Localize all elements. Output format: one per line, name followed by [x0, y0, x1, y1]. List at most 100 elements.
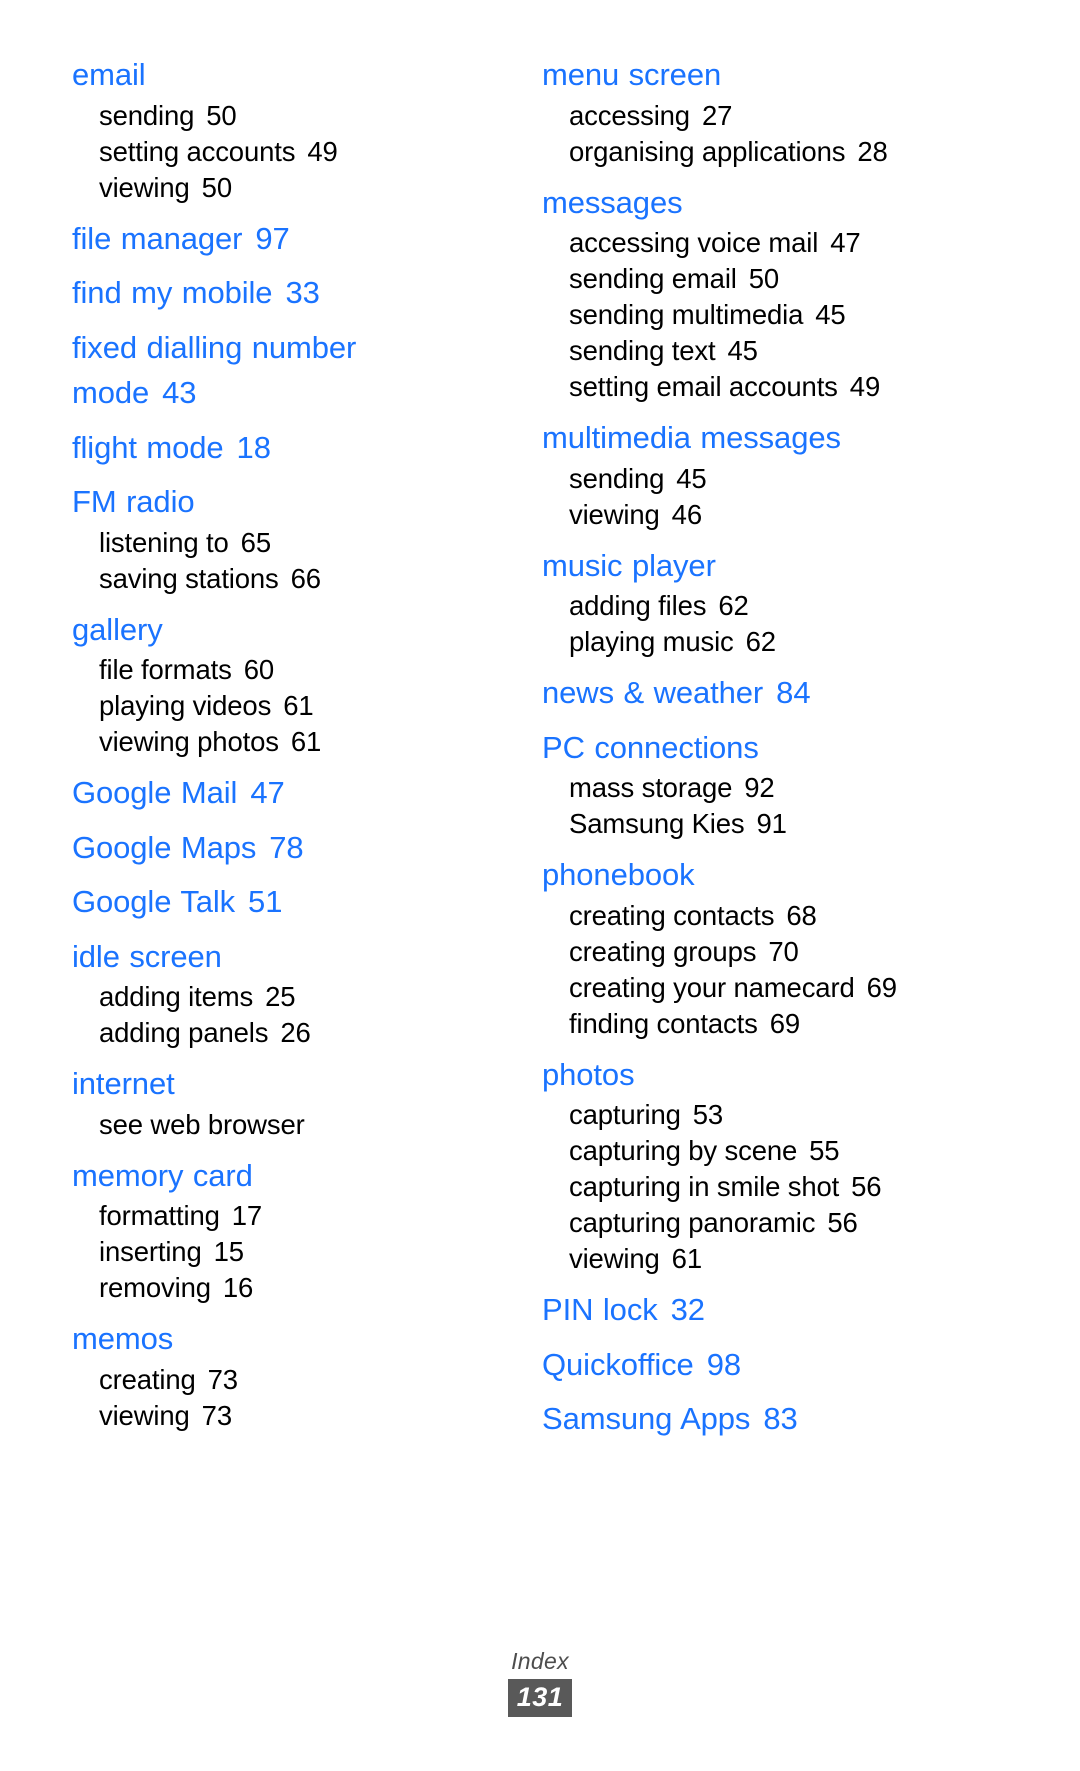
index-subentry-page-number: 73 — [207, 1363, 238, 1395]
index-entry-heading[interactable]: fixed dialling number mode 43 — [72, 325, 476, 416]
index-subentry-term: capturing in smile shot — [569, 1171, 840, 1202]
index-subentry[interactable]: viewing photos 61 — [72, 724, 476, 760]
index-subentry[interactable]: adding items 25 — [72, 979, 476, 1015]
index-subentry[interactable]: viewing 73 — [72, 1398, 476, 1434]
index-subentry[interactable]: playing music 62 — [542, 624, 946, 660]
index-subentry[interactable]: setting email accounts 49 — [542, 369, 946, 405]
index-subentry[interactable]: file formats 60 — [72, 652, 476, 688]
index-entry: FM radio listening to 65 saving stations 66 — [72, 479, 476, 597]
index-subentry-list: sending 50 setting accounts 49 viewing 50 — [72, 98, 476, 206]
index-subentry-term: setting accounts — [99, 135, 296, 167]
index-entry-term: file manager — [72, 220, 243, 256]
index-entry-heading[interactable]: internet — [72, 1061, 476, 1107]
index-subentry[interactable]: viewing 50 — [72, 170, 476, 206]
index-subentry-term: sending email — [569, 263, 737, 294]
index-subentry-term: creating groups — [569, 935, 757, 967]
index-subentry-list: creating contacts 68 creating groups 70 crea… — [542, 898, 946, 1042]
index-entry-heading[interactable]: PIN lock 32 — [542, 1287, 946, 1333]
index-subentry[interactable]: organising applications 28 — [542, 134, 946, 170]
index-entry-heading[interactable]: memos — [72, 1316, 476, 1362]
index-subentry[interactable]: creating contacts 68 — [542, 898, 946, 934]
index-subentry[interactable]: setting accounts 49 — [72, 134, 476, 170]
left-column: email sending 50 setting accounts 49 viewing 5… — [72, 52, 476, 1434]
index-subentry-page-number: 69 — [769, 1007, 800, 1039]
index-subentry[interactable]: listening to 65 — [72, 525, 476, 561]
index-entry: memory card formatting 17 inserting 15 removi… — [72, 1153, 476, 1307]
index-entry-heading[interactable]: gallery — [72, 607, 476, 653]
index-subentry-term: adding files — [569, 590, 707, 621]
index-subentry[interactable]: creating groups 70 — [542, 934, 946, 970]
index-entry-term: news & weather — [542, 675, 764, 710]
index-entry-heading[interactable]: news & weather 84 — [542, 670, 946, 716]
index-entry-term: multimedia messages — [542, 420, 841, 455]
page-footer: Index 131 — [0, 1648, 1080, 1717]
index-subentry[interactable]: adding files 62 — [542, 588, 946, 624]
index-subentry-list: adding items 25 adding panels 26 — [72, 979, 476, 1051]
index-subentry-page-number: 27 — [701, 99, 733, 131]
index-entry: menu screen accessing 27 organising applica… — [542, 52, 946, 170]
index-subentry[interactable]: playing videos 61 — [72, 688, 476, 724]
index-subentry[interactable]: sending text 45 — [542, 333, 946, 369]
index-entry-heading[interactable]: photos — [542, 1052, 946, 1098]
right-column: menu screen accessing 27 organising applica… — [542, 52, 946, 1442]
index-entry-heading[interactable]: find my mobile 33 — [72, 270, 476, 316]
index-entry: memos creating 73 viewing 73 — [72, 1316, 476, 1434]
index-subentry[interactable]: Samsung Kies 91 — [542, 806, 946, 842]
index-subentry[interactable]: viewing 46 — [542, 497, 946, 533]
index-subentry[interactable]: inserting 15 — [72, 1234, 476, 1270]
index-entry-heading[interactable]: PC connections — [542, 725, 946, 771]
index-entry-heading[interactable]: Google Talk 51 — [72, 879, 476, 925]
index-entry-page-number: 98 — [706, 1346, 741, 1382]
index-subentry-list: accessing 27 organising applications 28 — [542, 98, 946, 170]
index-subentry-page-number: 50 — [748, 263, 780, 294]
index-entry-heading[interactable]: FM radio — [72, 479, 476, 525]
index-subentry-term: adding panels — [99, 1017, 269, 1048]
index-subentry[interactable]: accessing voice mail 47 — [542, 225, 946, 261]
index-subentry[interactable]: sending email 50 — [542, 261, 946, 297]
index-entry-heading[interactable]: phonebook — [542, 852, 946, 898]
index-subentry[interactable]: sending multimedia 45 — [542, 297, 946, 333]
index-subentry[interactable]: viewing 61 — [542, 1241, 946, 1277]
index-subentry-page-number: 53 — [692, 1099, 724, 1130]
index-entry-heading[interactable]: file manager 97 — [72, 216, 476, 262]
index-entry-heading[interactable]: Google Mail 47 — [72, 770, 476, 816]
index-subentry[interactable]: creating your namecard 69 — [542, 970, 946, 1006]
index-entry: phonebook creating contacts 68 creating gro… — [542, 852, 946, 1042]
index-subentry-page-number: 69 — [866, 971, 897, 1003]
index-subentry[interactable]: accessing 27 — [542, 98, 946, 134]
index-entry-page-number: 33 — [285, 275, 320, 310]
index-subentry[interactable]: capturing by scene 55 — [542, 1133, 946, 1169]
index-entry-heading[interactable]: flight mode 18 — [72, 425, 476, 471]
index-entry-term: memory card — [72, 1157, 253, 1193]
index-subentry-term: file formats — [99, 654, 232, 685]
index-entry: Samsung Apps 83 — [542, 1396, 946, 1442]
index-entry-heading[interactable]: messages — [542, 180, 946, 226]
index-subentry[interactable]: capturing 53 — [542, 1097, 946, 1133]
index-subentry[interactable]: sending 45 — [542, 461, 946, 497]
index-subentry-list: adding files 62 playing music 62 — [542, 588, 946, 660]
index-subentry-term: finding contacts — [569, 1007, 758, 1039]
index-entry-heading[interactable]: multimedia messages — [542, 415, 946, 461]
index-subentry-list: mass storage 92 Samsung Kies 91 — [542, 770, 946, 842]
index-entry-heading[interactable]: memory card — [72, 1153, 476, 1199]
index-subentry[interactable]: sending 50 — [72, 98, 476, 134]
index-subentry[interactable]: creating 73 — [72, 1362, 476, 1398]
index-subentry[interactable]: capturing panoramic 56 — [542, 1205, 946, 1241]
index-subentry[interactable]: finding contacts 69 — [542, 1006, 946, 1042]
index-subentry[interactable]: see web browser — [72, 1107, 476, 1143]
index-subentry-term: capturing by scene — [569, 1135, 798, 1166]
index-entry-heading[interactable]: Google Maps 78 — [72, 825, 476, 871]
index-entry-heading[interactable]: music player — [542, 543, 946, 589]
index-subentry[interactable]: adding panels 26 — [72, 1015, 476, 1051]
index-entry-heading[interactable]: idle screen — [72, 934, 476, 980]
index-subentry[interactable]: formatting 17 — [72, 1198, 476, 1234]
index-subentry[interactable]: saving stations 66 — [72, 561, 476, 597]
index-subentry[interactable]: mass storage 92 — [542, 770, 946, 806]
index-subentry[interactable]: removing 16 — [72, 1270, 476, 1306]
index-subentry[interactable]: capturing in smile shot 56 — [542, 1169, 946, 1205]
index-entry-heading[interactable]: Quickoffice 98 — [542, 1342, 946, 1388]
index-subentry-list: accessing voice mail 47 sending email 50 sen… — [542, 225, 946, 405]
index-entry-heading[interactable]: email — [72, 52, 476, 98]
index-entry-heading[interactable]: Samsung Apps 83 — [542, 1396, 946, 1442]
index-entry-heading[interactable]: menu screen — [542, 52, 946, 98]
